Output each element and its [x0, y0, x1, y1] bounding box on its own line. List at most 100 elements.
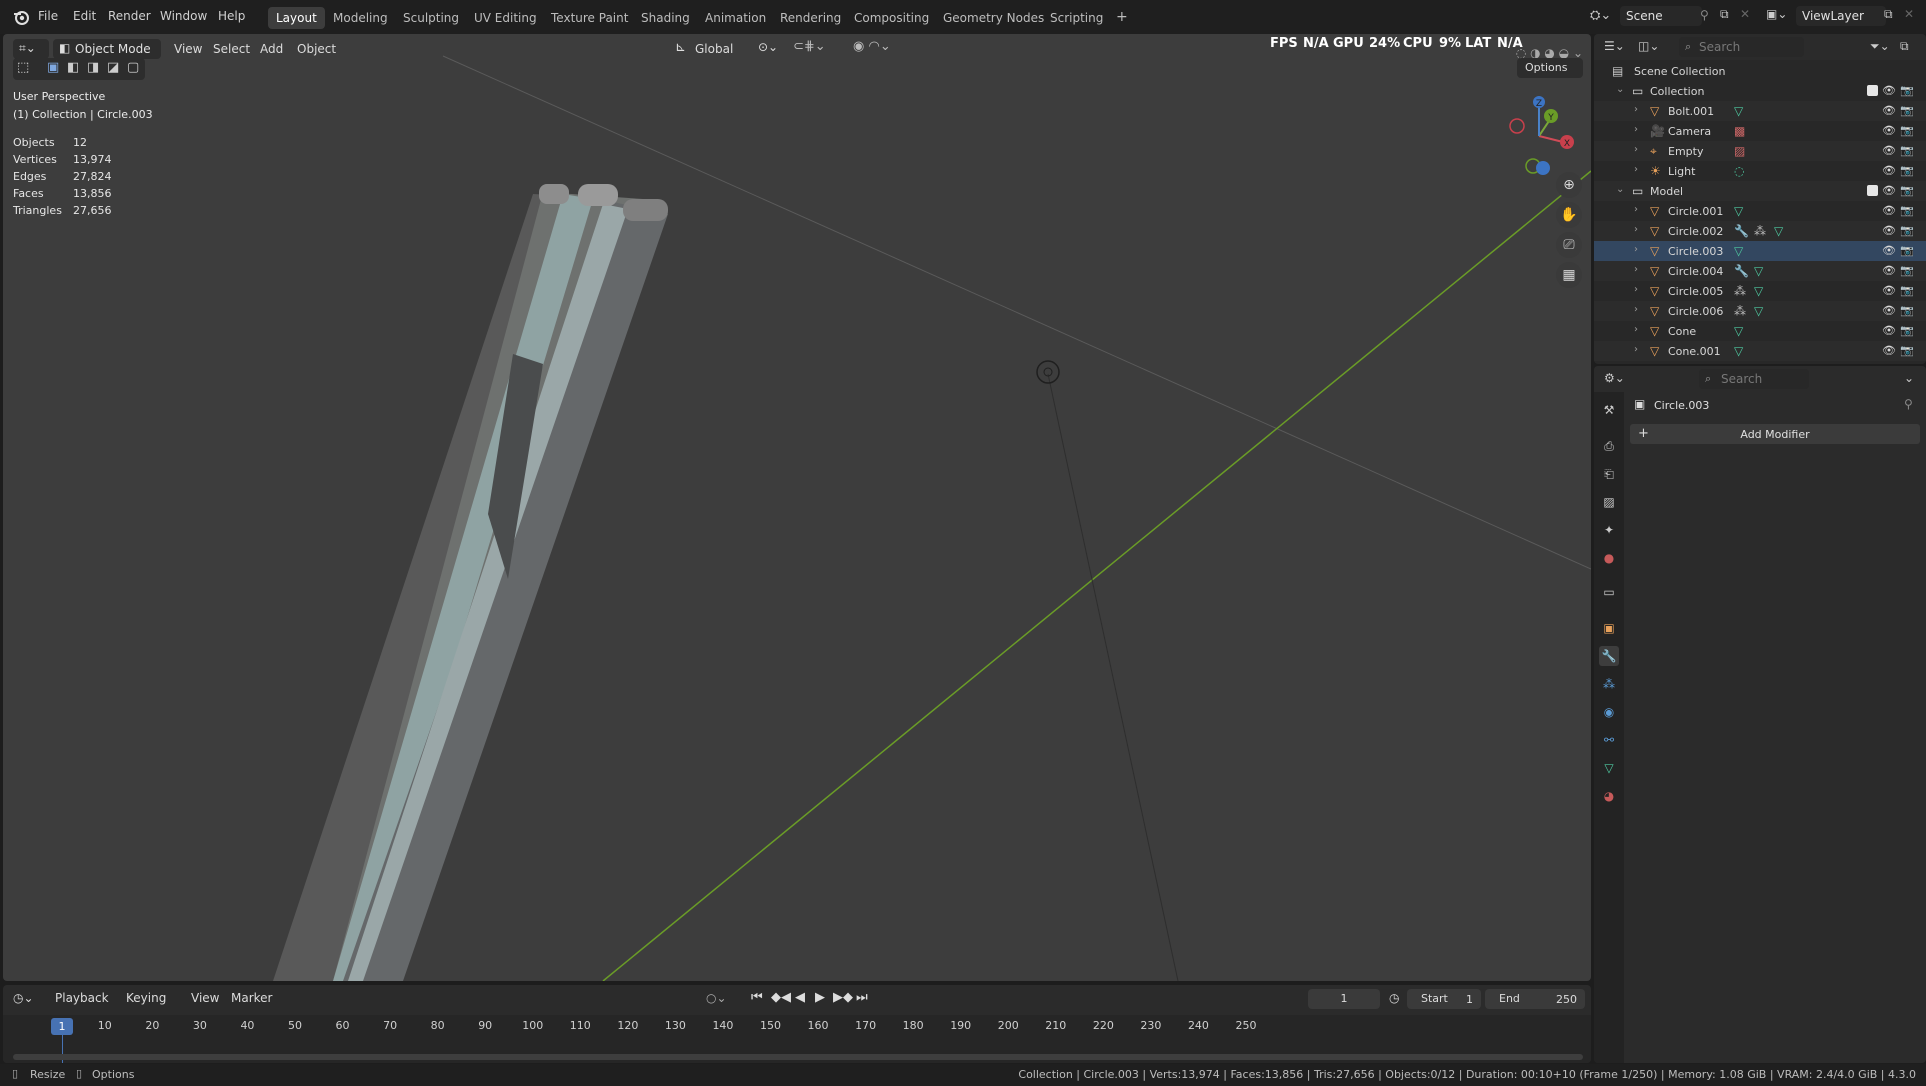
world-tab-icon[interactable]: ● [1599, 548, 1619, 568]
new-viewlayer-icon[interactable]: ⧉ [1884, 7, 1893, 22]
tab-shading[interactable]: Shading [633, 7, 698, 29]
play-icon[interactable]: ▶ [815, 990, 825, 1005]
properties-options-icon[interactable]: ⌄ [1904, 371, 1914, 385]
tab-sculpting[interactable]: Sculpting [395, 7, 467, 29]
next-keyframe-icon[interactable]: ▶◆ [833, 990, 853, 1005]
expand-arrow-icon[interactable]: › [1634, 324, 1638, 335]
constraints-tab-icon[interactable]: ⚯ [1599, 730, 1619, 750]
scene-icon[interactable]: ⛭⌄ [1590, 8, 1611, 23]
object-data-icon[interactable]: ▽ [1754, 304, 1763, 318]
expand-arrow-icon[interactable]: › [1634, 344, 1638, 355]
expand-arrow-icon[interactable]: › [1634, 144, 1638, 155]
menu-render[interactable]: Render [108, 9, 151, 23]
particles-tab-icon[interactable]: ⁂ [1599, 674, 1619, 694]
collapse-arrow-icon[interactable]: ⌄ [1616, 84, 1624, 95]
mode-subtract-icon[interactable]: ◨ [87, 60, 99, 75]
visibility-eye-icon[interactable]: 👁 [1882, 244, 1896, 257]
outliner-row[interactable]: › ▽ Circle.004 🔧 ▽ 👁 📷 [1594, 261, 1926, 281]
expand-arrow-icon[interactable]: › [1634, 244, 1638, 255]
pin-icon[interactable]: ⚲ [1700, 8, 1709, 22]
tab-uv-editing[interactable]: UV Editing [466, 7, 545, 29]
collapse-arrow-icon[interactable]: ⌄ [1616, 184, 1624, 195]
outliner-row[interactable]: › 🎥 Camera ▩ 👁 📷 [1594, 121, 1926, 141]
expand-arrow-icon[interactable]: › [1634, 204, 1638, 215]
scene-collection-row[interactable]: ▤ Scene Collection [1594, 61, 1926, 81]
pin-properties-icon[interactable]: ⚲ [1904, 397, 1913, 411]
perspective-grid-icon[interactable]: ▦ [1556, 262, 1582, 288]
filter-icon[interactable]: ⏷⌄ [1870, 39, 1890, 54]
visibility-eye-icon[interactable]: 👁 [1882, 104, 1896, 117]
render-camera-icon[interactable]: 📷 [1900, 204, 1914, 217]
tab-compositing[interactable]: Compositing [846, 7, 937, 29]
play-reverse-icon[interactable]: ◀ [795, 990, 805, 1005]
render-camera-icon[interactable]: 📷 [1900, 184, 1914, 197]
outliner-row[interactable]: › ▽ Bolt.001 ▽ 👁 📷 [1594, 101, 1926, 121]
outliner-row[interactable]: ⌄ ▭ Collection 👁 📷 [1594, 81, 1926, 101]
render-camera-icon[interactable]: 📷 [1900, 164, 1914, 177]
tool-tab-icon[interactable]: ⚒ [1599, 400, 1619, 420]
properties-editor-type-icon[interactable]: ⚙⌄ [1604, 371, 1625, 385]
object-data-icon[interactable]: ▽ [1734, 244, 1743, 258]
view-layer-tab-icon[interactable]: ▨ [1599, 492, 1619, 512]
visibility-eye-icon[interactable]: 👁 [1882, 164, 1896, 177]
outliner-row[interactable]: › ⌖ Empty ▨ 👁 📷 [1594, 141, 1926, 161]
expand-arrow-icon[interactable]: › [1634, 264, 1638, 275]
snap-icon[interactable]: ⊂⋕⌄ [793, 39, 826, 54]
zoom-icon[interactable]: ⊕ [1556, 172, 1582, 198]
visibility-eye-icon[interactable]: 👁 [1882, 324, 1896, 337]
render-camera-icon[interactable]: 📷 [1900, 144, 1914, 157]
object-data-icon[interactable]: ▽ [1774, 224, 1783, 238]
outliner-row[interactable]: › ▽ Cone.001 ▽ 👁 📷 [1594, 341, 1926, 361]
render-camera-icon[interactable]: 📷 [1900, 124, 1914, 137]
object-data-icon[interactable]: ▩ [1734, 124, 1745, 138]
render-camera-icon[interactable]: 📷 [1900, 304, 1914, 317]
object-data-icon[interactable]: ▽ [1754, 284, 1763, 298]
new-collection-icon[interactable]: ⧉ [1900, 39, 1909, 54]
delete-viewlayer-icon[interactable]: ✕ [1904, 7, 1914, 21]
tab-texture-paint[interactable]: Texture Paint [543, 7, 636, 29]
object-data-icon[interactable]: ▽ [1734, 204, 1743, 218]
select-box-icon[interactable]: ⬚ [17, 60, 29, 75]
outliner-row[interactable]: › ▽ Circle.003 ▽ 👁 📷 [1594, 241, 1926, 261]
visibility-eye-icon[interactable]: 👁 [1882, 124, 1896, 137]
tab-animation[interactable]: Animation [697, 7, 774, 29]
timeline-menu-keying[interactable]: Keying [126, 991, 166, 1005]
blender-logo-icon[interactable] [12, 8, 30, 26]
modifier-tab-icon[interactable]: 🔧 [1599, 646, 1619, 666]
object-tab-icon[interactable]: ▣ [1599, 618, 1619, 638]
options-button[interactable]: Options [1517, 58, 1583, 78]
outliner-editor-type-icon[interactable]: ☰⌄ [1604, 39, 1625, 53]
render-camera-icon[interactable]: 📷 [1900, 324, 1914, 337]
proportional-edit-icon[interactable]: ◉ ◠⌄ [853, 39, 891, 54]
camera-view-icon[interactable]: ⎚ [1556, 232, 1582, 258]
jump-start-icon[interactable]: ⏮ [751, 990, 763, 1005]
outliner-row[interactable]: › ☀ Light ◌ 👁 📷 [1594, 161, 1926, 181]
mode-intersect-icon[interactable]: ▢ [127, 60, 139, 75]
outliner-row[interactable]: › ▽ Cone ▽ 👁 📷 [1594, 321, 1926, 341]
object-data-icon[interactable]: ▽ [1734, 324, 1743, 338]
menu-edit[interactable]: Edit [73, 9, 96, 23]
outliner-row[interactable]: ⌄ ▭ Model 👁 📷 [1594, 181, 1926, 201]
editor-type-button[interactable]: ⌗⌄ [13, 39, 49, 59]
scene-selector[interactable]: Scene [1620, 6, 1702, 26]
viewport-menu-object[interactable]: Object [297, 42, 336, 56]
visibility-eye-icon[interactable]: 👁 [1882, 264, 1896, 277]
data-tab-icon[interactable]: ▽ [1599, 758, 1619, 778]
object-data-icon[interactable]: ⁂ [1734, 284, 1746, 298]
mode-set-icon[interactable]: ▣ [47, 60, 59, 75]
timeline-editor-type-icon[interactable]: ◷⌄ [13, 991, 34, 1005]
tab-layout[interactable]: Layout [268, 7, 325, 29]
display-mode-icon[interactable]: ◫⌄ [1638, 39, 1659, 53]
new-scene-icon[interactable]: ⧉ [1720, 7, 1729, 22]
visibility-eye-icon[interactable]: 👁 [1882, 184, 1896, 197]
output-tab-icon[interactable]: ⎗ [1599, 464, 1619, 484]
mode-extend-icon[interactable]: ◧ [67, 60, 79, 75]
outliner-row[interactable]: › ▽ Circle.006 ⁂ ▽ 👁 📷 [1594, 301, 1926, 321]
viewlayer-icon[interactable]: ▣⌄ [1766, 7, 1787, 21]
collection-tab-icon[interactable]: ▭ [1599, 582, 1619, 602]
render-camera-icon[interactable]: 📷 [1900, 84, 1914, 97]
jump-end-icon[interactable]: ⏭ [856, 990, 868, 1005]
tab-modeling[interactable]: Modeling [325, 7, 396, 29]
render-camera-icon[interactable]: 📷 [1900, 284, 1914, 297]
visibility-eye-icon[interactable]: 👁 [1882, 284, 1896, 297]
